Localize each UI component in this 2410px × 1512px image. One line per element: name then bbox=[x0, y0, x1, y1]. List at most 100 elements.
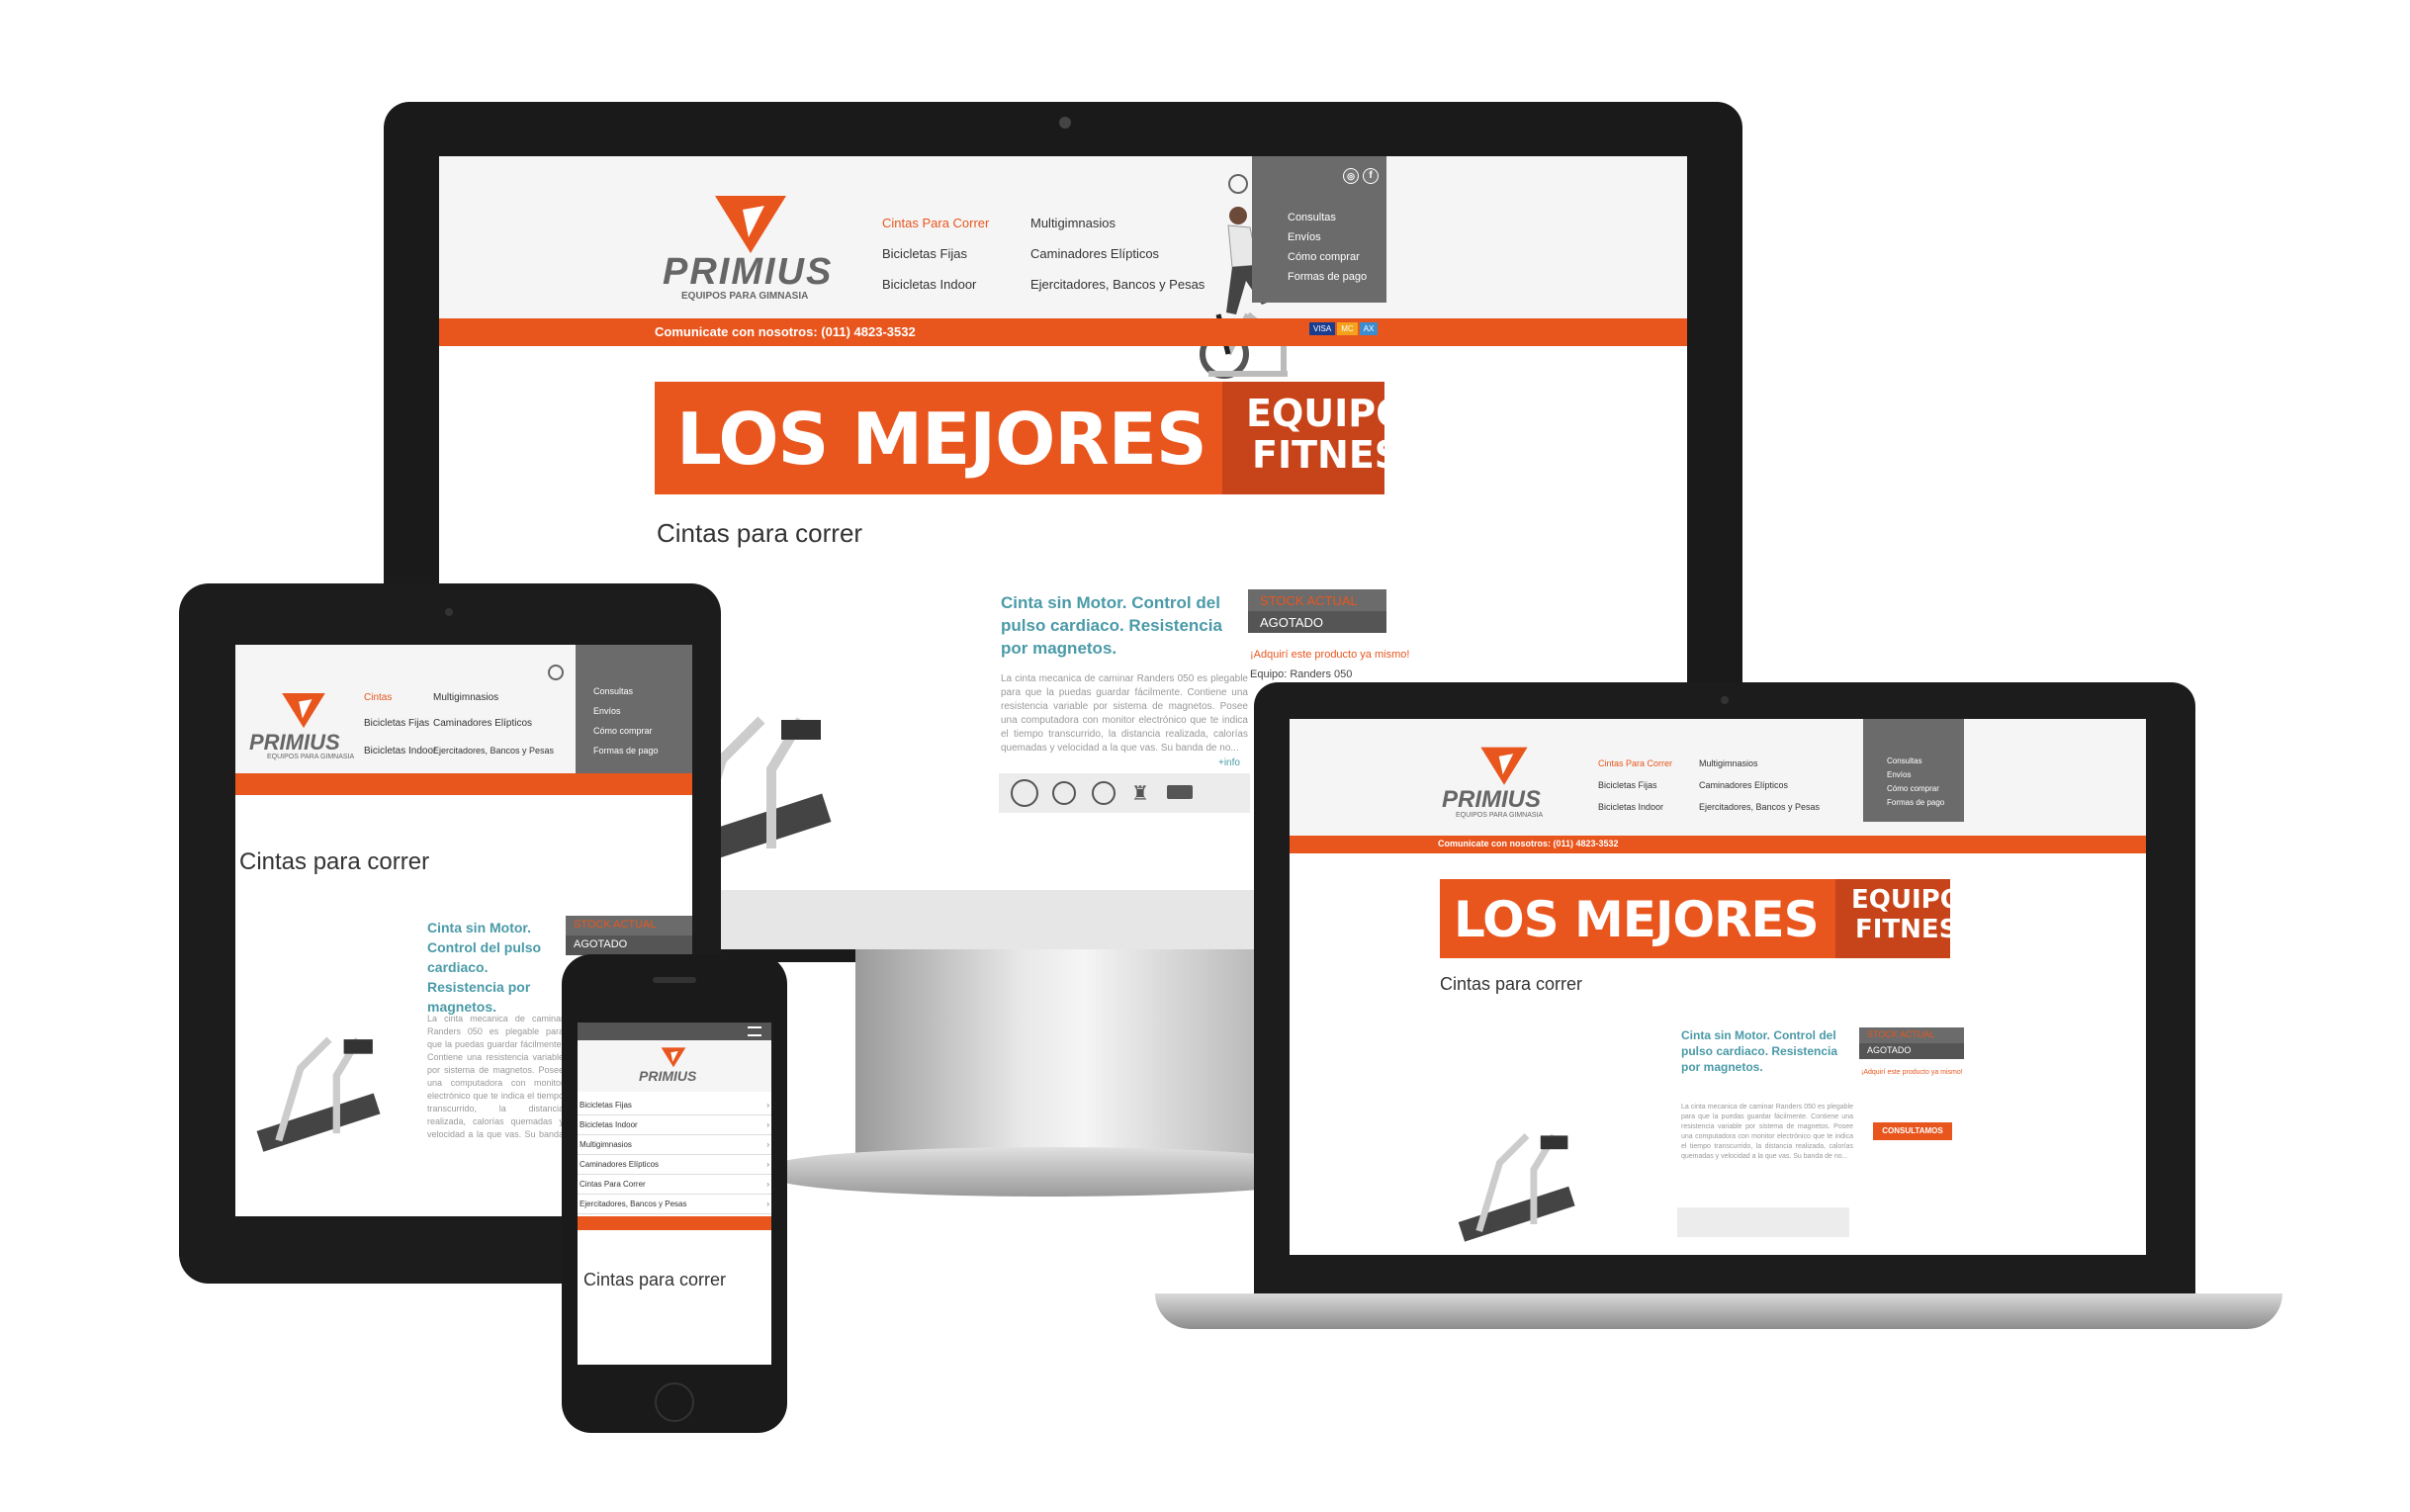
laptop-brand-tagline: EQUIPOS PARA GIMNASIA bbox=[1456, 812, 1544, 819]
mastercard-icon: MC bbox=[1337, 322, 1358, 335]
phone-nav-item[interactable]: Bicicletas Indoor bbox=[578, 1115, 771, 1135]
nav-cintas[interactable]: Cintas Para Correr bbox=[882, 216, 989, 230]
laptop-contact-bar bbox=[1290, 836, 2146, 853]
nav-multigimnasios[interactable]: Multigimnasios bbox=[1030, 216, 1116, 230]
laptop-panel-como[interactable]: Cómo comprar bbox=[1887, 784, 1939, 793]
tablet-camera bbox=[445, 608, 453, 616]
tablet-nav-indoor[interactable]: Bicicletas Indoor bbox=[364, 746, 436, 756]
desktop-brand-tagline: EQUIPOS PARA GIMNASIA bbox=[681, 291, 809, 302]
laptop-nav-ejercitadores[interactable]: Ejercitadores, Bancos y Pesas bbox=[1699, 802, 1820, 812]
tablet-brand-name: PRIMIUS bbox=[249, 730, 340, 755]
laptop-nav-caminadores[interactable]: Caminadores Elípticos bbox=[1699, 780, 1788, 790]
primius-logo-icon bbox=[715, 196, 786, 253]
tablet-brand-tagline: EQUIPOS PARA GIMNASIA bbox=[267, 754, 355, 760]
desktop-banner: LOS MEJORES EQUIPOS FITNESS bbox=[655, 382, 1384, 494]
laptop-panel-consultas[interactable]: Consultas bbox=[1887, 756, 1922, 765]
desktop-camera bbox=[1059, 117, 1071, 129]
desktop-header bbox=[439, 156, 1687, 319]
laptop-info-panel: Consultas Envíos Cómo comprar Formas de … bbox=[1863, 719, 1964, 822]
laptop-nav-indoor[interactable]: Bicicletas Indoor bbox=[1598, 802, 1663, 812]
laptop-banner-side: EQUIPOS FITNESS bbox=[1835, 879, 1950, 958]
tablet-nav-cintas[interactable]: Cintas bbox=[364, 692, 392, 703]
phone-nav-item[interactable]: Multigimnasios bbox=[578, 1135, 771, 1155]
laptop-product-desc: La cinta mecanica de caminar Randers 050… bbox=[1681, 1104, 1853, 1160]
tablet-stock-label: STOCK ACTUAL bbox=[566, 916, 692, 935]
payment-cards: VISA MC AX bbox=[1309, 322, 1380, 335]
visa-icon: VISA bbox=[1309, 322, 1336, 335]
instagram-icon[interactable]: ◎ bbox=[1343, 168, 1359, 184]
desktop-contact-bar bbox=[439, 318, 1687, 346]
tablet-nav-fijas[interactable]: Bicicletas Fijas bbox=[364, 718, 429, 729]
responsive-mockup: PRIMIUS EQUIPOS PARA GIMNASIA Cintas Par… bbox=[0, 0, 2410, 1512]
laptop-header bbox=[1290, 719, 2146, 836]
phone-home-button[interactable] bbox=[655, 1382, 694, 1422]
desktop-contact: Comunicate con nosotros: (011) 4823-3532 bbox=[655, 324, 916, 339]
tablet-panel-consultas[interactable]: Consultas bbox=[593, 686, 633, 696]
laptop-camera bbox=[1721, 696, 1729, 704]
laptop-nav-cintas[interactable]: Cintas Para Correr bbox=[1598, 758, 1672, 768]
panel-formas-pago[interactable]: Formas de pago bbox=[1288, 271, 1367, 283]
laptop-stock-label: STOCK ACTUAL bbox=[1859, 1027, 1964, 1043]
consultamos-button[interactable]: CONSULTAMOS bbox=[1873, 1122, 1952, 1140]
gear-icon bbox=[1011, 779, 1038, 807]
nav-bicicletas-indoor[interactable]: Bicicletas Indoor bbox=[882, 277, 976, 292]
phone-nav-list: Bicicletas Fijas Bicicletas Indoor Multi… bbox=[578, 1096, 771, 1214]
laptop-acquire: ¡Adquirí este producto ya mismo! bbox=[1861, 1069, 1963, 1076]
desktop-stand-base bbox=[771, 1147, 1325, 1197]
primius-logo-icon bbox=[1480, 747, 1528, 785]
tablet-panel-como[interactable]: Cómo comprar bbox=[593, 726, 653, 736]
tablet-nav-multi[interactable]: Multigimnasios bbox=[433, 692, 498, 703]
menu-icon[interactable] bbox=[748, 1026, 761, 1036]
laptop-nav-multi[interactable]: Multigimnasios bbox=[1699, 758, 1758, 768]
phone-nav-item[interactable]: Bicicletas Fijas bbox=[578, 1096, 771, 1115]
treadmill-image bbox=[256, 1036, 381, 1152]
desktop-stock-value: AGOTADO bbox=[1248, 611, 1386, 633]
banner-left: LOS MEJORES bbox=[676, 398, 1207, 481]
panel-consultas[interactable]: Consultas bbox=[1288, 212, 1336, 223]
tablet-panel-formas[interactable]: Formas de pago bbox=[593, 746, 659, 756]
tablet-product-desc: La cinta mecanica de caminar Randers 050… bbox=[427, 1014, 564, 1139]
primius-logo-icon bbox=[661, 1047, 686, 1068]
laptop-banner-right-bottom: FITNESS bbox=[1855, 915, 1950, 944]
nav-bicicletas-fijas[interactable]: Bicicletas Fijas bbox=[882, 246, 967, 261]
nav-caminadores[interactable]: Caminadores Elípticos bbox=[1030, 246, 1159, 261]
tablet-contact-bar bbox=[235, 773, 692, 795]
desktop-product-title: Cinta sin Motor. Control del pulso cardi… bbox=[1001, 593, 1222, 658]
desktop-page-title: Cintas para correr bbox=[657, 518, 863, 548]
phone-nav-item[interactable]: Ejercitadores, Bancos y Pesas bbox=[578, 1195, 771, 1214]
laptop-contact: Comunicate con nosotros: (011) 4823-3532 bbox=[1438, 839, 1619, 848]
phone-nav-item[interactable]: Caminadores Elípticos bbox=[578, 1155, 771, 1175]
laptop-base bbox=[1155, 1293, 2282, 1329]
delivery-truck-icon bbox=[1167, 785, 1193, 799]
laptop-banner: LOS MEJORES EQUIPOS FITNESS bbox=[1440, 879, 1950, 958]
search-icon[interactable] bbox=[1228, 174, 1248, 194]
service-icon bbox=[1092, 781, 1116, 805]
phone-nav-item[interactable]: Cintas Para Correr bbox=[578, 1175, 771, 1195]
tablet-stock-value: AGOTADO bbox=[566, 935, 692, 955]
laptop-screen: PRIMIUS EQUIPOS PARA GIMNASIA Cintas Par… bbox=[1290, 719, 2146, 1255]
desktop-brand-name: PRIMIUS bbox=[663, 251, 834, 293]
desktop-product-desc: La cinta mecanica de caminar Randers 050… bbox=[1001, 673, 1248, 754]
laptop-banner-left: LOS MEJORES bbox=[1454, 891, 1820, 948]
tablet-page-title: Cintas para correr bbox=[239, 848, 430, 875]
laptop-panel-envios[interactable]: Envíos bbox=[1887, 770, 1911, 779]
tablet-nav-ejercitadores[interactable]: Ejercitadores, Bancos y Pesas bbox=[433, 746, 554, 756]
phone-screen: PRIMIUS Bicicletas Fijas Bicicletas Indo… bbox=[578, 1023, 771, 1365]
banner-side: EQUIPOS FITNESS bbox=[1222, 382, 1384, 494]
phone-topbar bbox=[578, 1023, 771, 1040]
tablet-info-panel: Consultas Envíos Cómo comprar Formas de … bbox=[576, 645, 692, 773]
panel-envios[interactable]: Envíos bbox=[1288, 231, 1321, 243]
banner-right-top: EQUIPOS bbox=[1246, 392, 1384, 435]
desktop-more-link[interactable]: +info bbox=[1218, 757, 1240, 768]
tablet-panel-envios[interactable]: Envíos bbox=[593, 706, 621, 716]
warranty-icon bbox=[1052, 781, 1076, 805]
tablet-nav-caminadores[interactable]: Caminadores Elípticos bbox=[433, 718, 532, 729]
search-icon[interactable] bbox=[548, 665, 564, 680]
laptop-banner-right-top: EQUIPOS bbox=[1851, 885, 1950, 915]
desktop-acquire: ¡Adquirí este producto ya mismo! bbox=[1250, 649, 1410, 661]
nav-ejercitadores[interactable]: Ejercitadores, Bancos y Pesas bbox=[1030, 277, 1205, 292]
facebook-icon[interactable]: f bbox=[1363, 168, 1379, 184]
panel-como-comprar[interactable]: Cómo comprar bbox=[1288, 251, 1360, 263]
laptop-panel-formas[interactable]: Formas de pago bbox=[1887, 798, 1944, 807]
laptop-nav-fijas[interactable]: Bicicletas Fijas bbox=[1598, 780, 1657, 790]
